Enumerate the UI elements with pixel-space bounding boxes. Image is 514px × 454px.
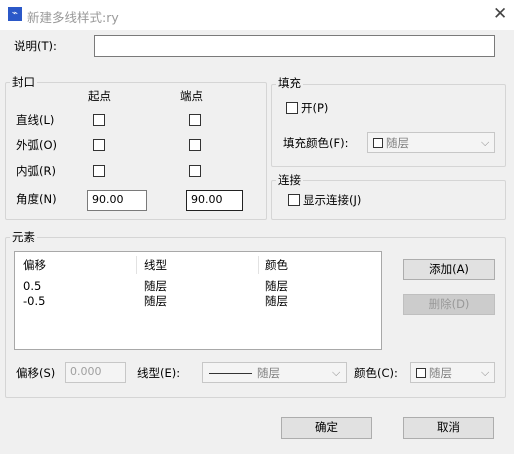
- cap-angle-end-value: 90.00: [191, 193, 223, 206]
- element-row-offset[interactable]: 0.5: [23, 279, 41, 293]
- chevron-down-icon: ⌵: [481, 136, 490, 149]
- elements-col-offset: 偏移: [23, 258, 46, 272]
- linetype-sample-line: [209, 373, 252, 374]
- cap-line-end-checkbox[interactable]: [189, 114, 201, 126]
- description-label: 说明(T):: [14, 39, 57, 53]
- cap-inner-arc-end-checkbox[interactable]: [189, 165, 201, 177]
- element-row-color[interactable]: 随层: [265, 279, 288, 293]
- elements-list[interactable]: 偏移 线型 颜色 0.5 随层 随层 -0.5 随层 随层: [14, 251, 382, 350]
- description-input[interactable]: [94, 35, 495, 57]
- cap-outer-arc-end-checkbox[interactable]: [189, 139, 201, 151]
- chevron-down-icon: ⌵: [481, 366, 490, 379]
- fill-color-label: 填充颜色(F):: [283, 136, 349, 150]
- cap-line-label: 直线(L): [16, 113, 55, 127]
- caps-legend: 封口: [10, 75, 37, 89]
- chevron-down-icon: ⌵: [332, 366, 341, 379]
- element-row-offset[interactable]: -0.5: [23, 294, 45, 308]
- show-connect-label: 显示连接(J): [303, 193, 362, 207]
- fill-on-label: 开(P): [301, 101, 329, 115]
- fill-legend: 填充: [276, 76, 303, 90]
- element-row-color[interactable]: 随层: [265, 294, 288, 308]
- elements-col-linetype: 线型: [144, 258, 167, 272]
- element-color-swatch: [416, 368, 426, 378]
- element-row-linetype[interactable]: 随层: [144, 294, 167, 308]
- fill-group: [271, 84, 506, 167]
- element-color-select[interactable]: 随层 ⌵: [410, 362, 495, 383]
- element-color-value: 随层: [429, 366, 452, 380]
- window-title: 新建多线样式:ry: [27, 10, 119, 25]
- element-color-label: 颜色(C):: [354, 366, 398, 380]
- caps-end-header: 端点: [180, 89, 203, 103]
- linetype-value: 随层: [257, 366, 280, 380]
- add-element-button[interactable]: 添加(A): [403, 259, 495, 280]
- offset-input[interactable]: 0.000: [65, 362, 126, 383]
- show-connect-checkbox[interactable]: [288, 194, 300, 206]
- cap-line-start-checkbox[interactable]: [93, 114, 105, 126]
- fill-color-value: 随层: [386, 136, 409, 150]
- cap-angle-label: 角度(N): [16, 192, 57, 206]
- cap-inner-arc-label: 内弧(R): [16, 164, 56, 178]
- offset-label: 偏移(S): [16, 366, 56, 380]
- delete-element-button[interactable]: 删除(D): [403, 294, 495, 315]
- fill-color-select[interactable]: 随层 ⌵: [367, 132, 495, 153]
- column-divider: [136, 256, 137, 274]
- cap-angle-start-input[interactable]: 90.00: [87, 190, 147, 211]
- close-icon[interactable]: ✕: [493, 4, 507, 24]
- cancel-button[interactable]: 取消: [403, 417, 494, 439]
- linetype-label: 线型(E):: [137, 366, 181, 380]
- offset-value: 0.000: [70, 365, 102, 378]
- cap-angle-end-input[interactable]: 90.00: [186, 190, 243, 211]
- linetype-select[interactable]: 随层 ⌵: [202, 362, 347, 383]
- fill-color-swatch: [373, 138, 383, 148]
- caps-start-header: 起点: [88, 89, 111, 103]
- element-row-linetype[interactable]: 随层: [144, 279, 167, 293]
- column-divider: [258, 256, 259, 274]
- cap-outer-arc-label: 外弧(O): [16, 138, 58, 152]
- cap-angle-start-value: 90.00: [92, 193, 124, 206]
- description-value: [95, 36, 494, 40]
- elements-col-color: 颜色: [265, 258, 288, 272]
- elements-legend: 元素: [10, 230, 37, 244]
- fill-on-checkbox[interactable]: [286, 102, 298, 114]
- cap-outer-arc-start-checkbox[interactable]: [93, 139, 105, 151]
- cap-inner-arc-start-checkbox[interactable]: [93, 165, 105, 177]
- app-logo-icon: ⌁: [8, 7, 22, 21]
- ok-button[interactable]: 确定: [281, 417, 372, 439]
- connect-legend: 连接: [276, 173, 303, 187]
